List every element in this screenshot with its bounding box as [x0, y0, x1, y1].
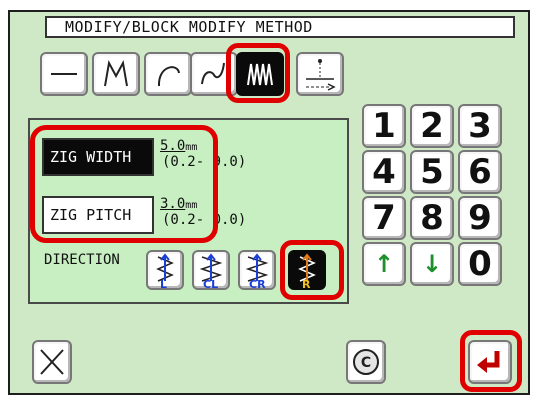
key-1[interactable]: 1	[362, 104, 406, 148]
key-up[interactable]: ↑	[362, 242, 406, 286]
direction-label: DIRECTION	[44, 252, 120, 268]
arc-type-button[interactable]	[144, 52, 192, 96]
key-3[interactable]: 3	[458, 104, 502, 148]
key-8[interactable]: 8	[410, 196, 454, 240]
close-icon	[40, 349, 64, 375]
zig-fields-highlight	[30, 125, 218, 243]
direction-l-label: L	[160, 278, 168, 291]
line-type-icon	[51, 73, 77, 75]
key-9[interactable]: 9	[458, 196, 502, 240]
key-6[interactable]: 6	[458, 150, 502, 194]
offset-type-button[interactable]	[296, 52, 344, 96]
close-button[interactable]	[32, 340, 72, 384]
direction-r-highlight	[280, 240, 344, 300]
key-2[interactable]: 2	[410, 104, 454, 148]
line-type-button[interactable]	[40, 52, 88, 96]
zigzag-highlight	[226, 43, 290, 103]
key-5[interactable]: 5	[410, 150, 454, 194]
arc-type-icon	[157, 66, 180, 87]
direction-cr-label: CR	[249, 278, 266, 291]
screen: MODIFY/BLOCK MODIFY METHOD ZIG WIDTH 5.0…	[0, 0, 538, 401]
polyline-type-icon	[104, 59, 128, 87]
offset-type-icon	[306, 59, 336, 91]
direction-cl-label: CL	[203, 278, 219, 291]
clear-button[interactable]: C	[346, 340, 386, 384]
key-4[interactable]: 4	[362, 150, 406, 194]
page-title: MODIFY/BLOCK MODIFY METHOD	[45, 16, 515, 38]
key-7[interactable]: 7	[362, 196, 406, 240]
clear-icon: C	[353, 349, 379, 375]
polyline-type-button[interactable]	[92, 52, 140, 96]
svg-text:C: C	[361, 355, 371, 371]
key-down[interactable]: ↓	[410, 242, 454, 286]
key-0[interactable]: 0	[458, 242, 502, 286]
enter-highlight	[460, 330, 522, 392]
